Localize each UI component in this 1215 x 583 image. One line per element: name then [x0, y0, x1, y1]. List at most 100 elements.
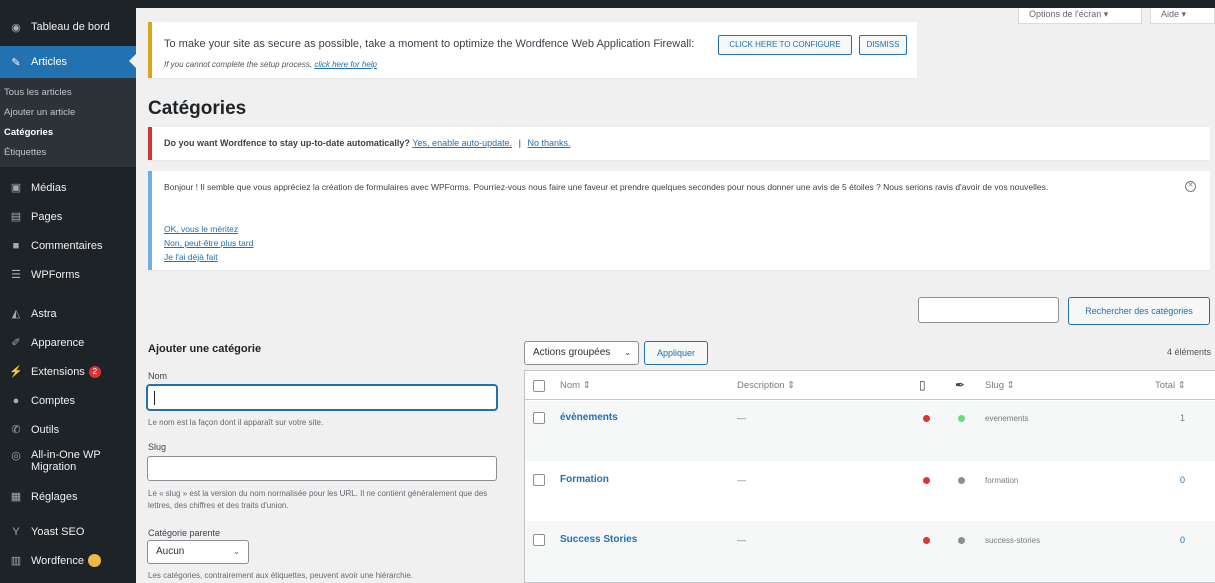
autoupdate-message: Do you want Wordfence to stay up-to-date…: [164, 138, 571, 148]
submenu-categories[interactable]: Catégories: [0, 123, 136, 143]
readability-status-dot: [958, 537, 965, 544]
readability-status-dot: [958, 415, 965, 422]
wpforms-review-notice: Bonjour ! Il semble que vous appréciez l…: [148, 171, 1210, 270]
items-count: 4 éléments: [1166, 347, 1211, 357]
help-tab[interactable]: Aide ▾: [1150, 8, 1215, 24]
add-category-title: Ajouter une catégorie: [148, 343, 262, 355]
dismiss-firewall-button[interactable]: DISMISS: [859, 35, 907, 55]
search-categories-button[interactable]: Rechercher des catégories: [1068, 297, 1210, 325]
sidebar-item-accounts[interactable]: ● Comptes: [0, 386, 136, 415]
sidebar-item-migration[interactable]: ◎ All-in-One WP Migration: [0, 444, 136, 482]
sidebar-item-dashboard[interactable]: ◉ Tableau de bord: [0, 8, 136, 46]
category-total: 1: [1180, 413, 1186, 423]
astra-icon: ◭: [11, 308, 21, 320]
row-checkbox[interactable]: [533, 474, 545, 486]
sidebar-item-articles[interactable]: ✎ Articles: [0, 46, 136, 78]
chevron-down-icon: ⌄: [233, 547, 240, 556]
table-header: Nom ⇕ Description ⇕ ▯ ✒ Slug ⇕ Total ⇕: [525, 371, 1215, 400]
firewall-help-link[interactable]: click here for help: [314, 60, 377, 69]
media-icon: ▣: [10, 182, 22, 194]
select-all-checkbox[interactable]: [533, 380, 545, 392]
submenu-all-articles[interactable]: Tous les articles: [0, 83, 136, 103]
wpforms-icon: ☰: [11, 269, 21, 281]
seo-status-dot: [923, 415, 930, 422]
page-title: Catégories: [148, 98, 247, 119]
review-later-link[interactable]: Non, peut-être plus tard: [164, 238, 253, 248]
review-yes-link[interactable]: OK, vous le méritez: [164, 224, 238, 234]
plugin-icon: ⚡: [9, 366, 23, 378]
wpforms-review-message: Bonjour ! Il semble que vous appréciez l…: [164, 182, 1049, 192]
screen-options-tab[interactable]: Options de l'écran ▾: [1018, 8, 1142, 24]
sidebar-item-media[interactable]: ▣ Médias: [0, 173, 136, 202]
name-label: Nom: [148, 371, 168, 381]
firewall-help-line: If you cannot complete the setup process…: [164, 60, 378, 69]
wrench-icon: ✆: [11, 424, 21, 436]
search-categories-input[interactable]: [918, 297, 1059, 323]
sidebar-item-comments[interactable]: ■ Commentaires: [0, 231, 136, 260]
sidebar-item-settings[interactable]: ▦ Réglages: [0, 482, 136, 511]
category-name-input[interactable]: [147, 385, 497, 410]
category-description: —: [737, 413, 746, 423]
review-done-link[interactable]: Je l'ai déjà fait: [164, 252, 218, 262]
wordfence-icon: ▥: [10, 555, 22, 567]
category-description: —: [737, 475, 746, 485]
row-checkbox[interactable]: [533, 534, 545, 546]
category-description: —: [737, 535, 746, 545]
pin-icon: ✎: [11, 56, 21, 69]
sidebar-item-astra[interactable]: ◭ Astra: [0, 299, 136, 328]
readability-icon: ✒: [955, 378, 966, 392]
comment-icon: ■: [12, 239, 20, 252]
apply-bulk-button[interactable]: Appliquer: [644, 341, 708, 365]
decline-autoupdate-link[interactable]: No thanks.: [528, 138, 571, 148]
close-icon[interactable]: ✕: [1185, 181, 1196, 192]
row-checkbox[interactable]: [533, 412, 545, 424]
column-slug-header[interactable]: Slug ⇕: [985, 380, 1015, 391]
column-name-header[interactable]: Nom ⇕: [560, 380, 591, 391]
sidebar-item-yoast[interactable]: Y Yoast SEO: [0, 517, 136, 546]
wordfence-firewall-notice: To make your site as secure as possible,…: [148, 22, 917, 78]
category-name-link[interactable]: Success Stories: [560, 534, 637, 545]
submenu-tags[interactable]: Étiquettes: [0, 143, 136, 163]
table-row: Success Stories — success-stories 0: [525, 521, 1215, 581]
pages-icon: ▤: [10, 211, 22, 223]
admin-bar: [0, 0, 1215, 8]
category-total[interactable]: 0: [1180, 475, 1185, 485]
category-slug-input[interactable]: [147, 456, 497, 481]
sidebar-item-tools[interactable]: ✆ Outils: [0, 415, 136, 444]
category-total[interactable]: 0: [1180, 535, 1185, 545]
sidebar-item-appearance[interactable]: ✐ Apparence: [0, 328, 136, 357]
admin-sidebar: ◉ Tableau de bord ✎ Articles Tous les ar…: [0, 8, 136, 583]
column-total-header[interactable]: Total ⇕: [1155, 380, 1186, 391]
seo-score-icon: ▯: [919, 378, 926, 392]
chevron-down-icon: ⌄: [624, 348, 631, 357]
enable-autoupdate-link[interactable]: Yes, enable auto-update.: [412, 138, 512, 148]
slug-help-text: Le « slug » est la version du nom normal…: [148, 489, 488, 510]
configure-firewall-button[interactable]: CLICK HERE TO CONFIGURE: [718, 35, 852, 55]
submenu-add-article[interactable]: Ajouter un article: [0, 103, 136, 123]
extensions-update-badge: 2: [88, 365, 101, 378]
sidebar-item-wordfence[interactable]: ▥ Wordfence: [0, 546, 136, 575]
parent-category-label: Catégorie parente: [148, 528, 221, 538]
bulk-actions-select[interactable]: Actions groupées ⌄: [524, 341, 639, 365]
firewall-notice-message: To make your site as secure as possible,…: [164, 38, 695, 50]
category-name-link[interactable]: évènements: [560, 412, 618, 423]
readability-status-dot: [958, 477, 965, 484]
sidebar-item-extensions[interactable]: ⚡ Extensions 2: [0, 357, 136, 386]
slug-label: Slug: [148, 442, 167, 452]
migration-icon: ◎: [11, 450, 21, 462]
brush-icon: ✐: [11, 337, 21, 349]
category-slug: evenements: [985, 414, 1029, 423]
table-row: Formation — formation 0: [525, 461, 1215, 521]
category-slug: success-stories: [985, 536, 1041, 545]
dashboard-icon: ◉: [11, 21, 21, 34]
sidebar-item-pages[interactable]: ▤ Pages: [0, 202, 136, 231]
column-description-header[interactable]: Description ⇕: [737, 380, 795, 391]
yoast-icon: Y: [12, 525, 20, 538]
wordfence-alert-dot: [88, 554, 101, 567]
sidebar-item-wpforms[interactable]: ☰ WPForms: [0, 260, 136, 289]
category-slug: formation: [985, 476, 1019, 485]
wordfence-autoupdate-notice: Do you want Wordfence to stay up-to-date…: [148, 127, 1210, 160]
parent-category-select[interactable]: Aucun ⌄: [147, 540, 249, 564]
name-help-text: Le nom est la façon dont il apparaît sur…: [148, 418, 324, 427]
category-name-link[interactable]: Formation: [560, 474, 609, 485]
